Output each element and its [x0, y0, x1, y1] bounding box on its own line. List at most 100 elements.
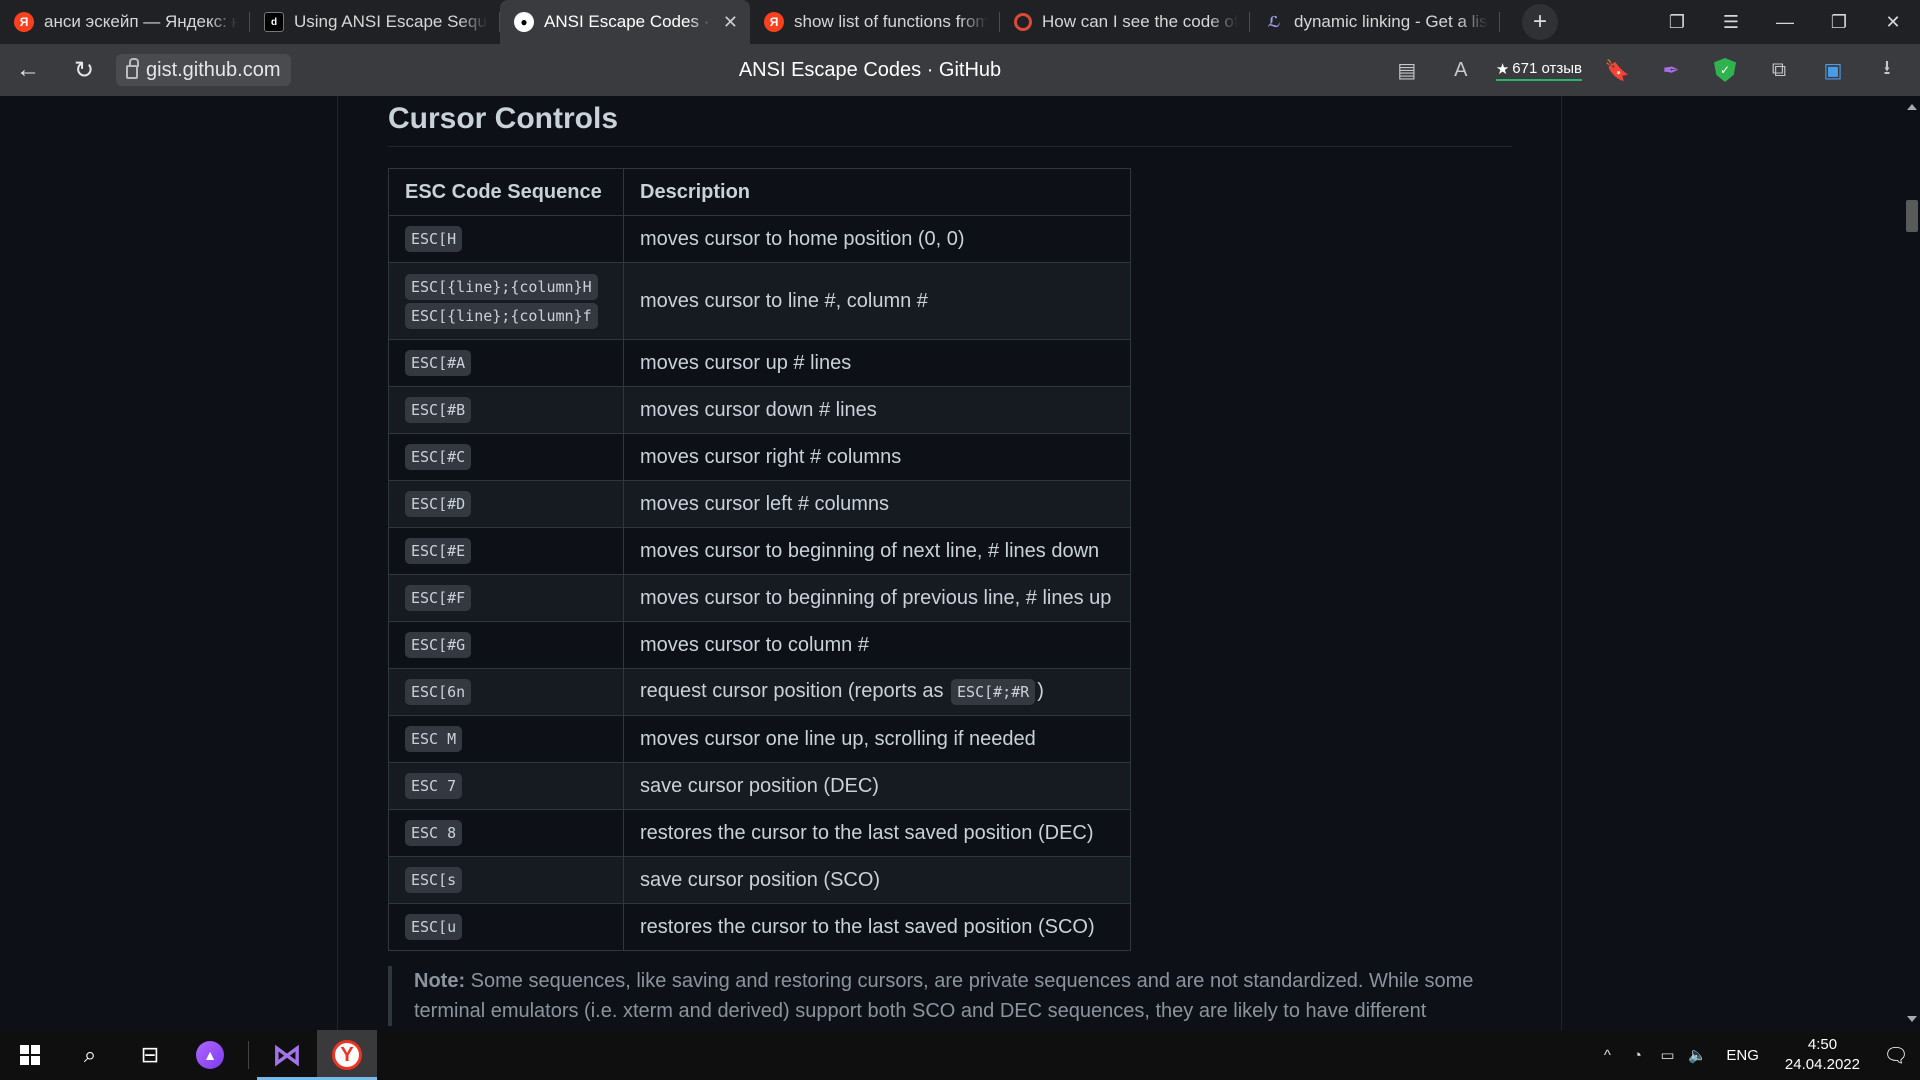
close-tab-icon[interactable]: ✕ [723, 12, 738, 33]
description-text: moves cursor one line up, scrolling if n… [640, 727, 1036, 750]
network-icon[interactable]: ◔ [1622, 1047, 1652, 1064]
code-cell: ESC[#G [388, 621, 624, 669]
description-text: restores the cursor to the last saved po… [640, 821, 1094, 844]
github-icon: ● [514, 12, 534, 32]
extensions-icon[interactable]: ⧉ [1752, 44, 1806, 96]
section-heading: Cursor Controls [388, 102, 619, 135]
url-field[interactable]: gist.github.com [116, 54, 291, 86]
browser-tab[interactable]: ● ANSI Escape Codes · GitH ✕ [500, 0, 750, 44]
notifications-icon[interactable]: 🗨 [1872, 1043, 1920, 1068]
escape-code: ESC[6n [405, 679, 472, 705]
dev-icon: d [264, 12, 284, 32]
description-cell: moves cursor one line up, scrolling if n… [623, 715, 1131, 763]
yandex-browser-icon[interactable]: Y [317, 1030, 377, 1080]
browser-tab[interactable]: Яshow list of functions from [750, 0, 1000, 44]
tab-title: ANSI Escape Codes · GitH [544, 12, 713, 31]
translate-icon[interactable]: A [1434, 44, 1488, 96]
browser-tab[interactable]: ℒdynamic linking - Get a list [1250, 0, 1500, 44]
table-body: ESC[H moves cursor to home position (0, 0… [388, 215, 1131, 951]
menu-icon[interactable]: ☰ [1704, 0, 1758, 44]
reader-mode-icon[interactable]: ▤ [1380, 44, 1434, 96]
protect-shield-icon[interactable]: ✓ [1698, 44, 1752, 96]
code-cell: ESC[#D [388, 480, 624, 528]
scroll-up-arrow-icon[interactable] [1907, 104, 1917, 110]
browser-tab[interactable]: How can I see the code of t [1000, 0, 1250, 44]
table-header-row: ESC Code Sequence Description [388, 168, 1131, 216]
rating-text: 671 отзыв [1512, 60, 1582, 77]
alice-assistant-icon[interactable]: ▲ [180, 1030, 240, 1080]
visual-studio-icon[interactable]: ⋈ [257, 1030, 317, 1080]
browser-tab[interactable]: Яанси эскейп — Яндекс: на [0, 0, 250, 44]
yandex-icon: Я [764, 12, 784, 32]
bookmark-icon[interactable]: 🔖 [1590, 44, 1644, 96]
task-view-icon[interactable]: ⊟ [120, 1030, 180, 1080]
close-window-button[interactable]: ✕ [1866, 0, 1920, 44]
page-scrollbar[interactable] [1904, 96, 1920, 1030]
code-cell: ESC[6n [388, 668, 624, 716]
table-row: ESC[#C moves cursor right # columns [388, 433, 1131, 481]
browser-tab-strip: Яанси эскейп — Яндекс: на d Using ANSI Esc… [0, 0, 1920, 44]
clock[interactable]: 4:50 24.04.2022 [1773, 1035, 1872, 1075]
lock-icon [126, 58, 139, 79]
code-cell: ESC[#F [388, 574, 624, 622]
description-cell: save cursor position (SCO) [623, 856, 1131, 904]
toolbar-right: ▤ A ★ 671 отзыв 🔖 ✒ ✓ ⧉ ▣ ⭳ [1380, 44, 1920, 96]
collections-icon[interactable]: ❐ [1650, 0, 1704, 44]
table-row: ESC[#B moves cursor down # lines [388, 386, 1131, 434]
description-cell: moves cursor to line #, column # [623, 262, 1131, 340]
note-blockquote: Note: Some sequences, like saving and re… [388, 966, 1512, 1026]
table-row: ESC[u restores the cursor to the last sav… [388, 903, 1131, 951]
back-button[interactable]: ← [0, 44, 56, 96]
code-cell: ESC[#C [388, 433, 624, 481]
description-text: moves cursor to line #, column # [640, 289, 928, 312]
new-tab-button[interactable]: + [1522, 4, 1558, 40]
clock-time: 4:50 [1807, 1036, 1838, 1053]
quora-icon [1014, 13, 1032, 31]
search-icon[interactable]: ⌕ [60, 1030, 120, 1080]
profile-extension-icon[interactable]: ▣ [1806, 44, 1860, 96]
description-text: moves cursor to home position (0, 0) [640, 227, 965, 250]
escape-code: ESC[u [405, 914, 463, 940]
rating-badge[interactable]: ★ 671 отзыв [1495, 60, 1582, 81]
code-cell: ESC M [388, 715, 624, 763]
description-text: moves cursor to beginning of previous li… [640, 586, 1112, 609]
windows-logo-icon [20, 1045, 40, 1065]
url-text: gist.github.com [146, 58, 281, 81]
heading-divider [388, 146, 1512, 147]
page-viewport: Cursor Controls ESC Code Sequence Descri… [0, 96, 1904, 1030]
taskbar-divider [248, 1041, 249, 1069]
escape-code: ESC[#D [405, 491, 472, 517]
start-button[interactable] [0, 1030, 60, 1080]
table-row: ESC[6n request cursor position (reports a… [388, 668, 1131, 716]
escape-code: ESC[#G [405, 632, 472, 658]
description-cell: restores the cursor to the last saved po… [623, 903, 1131, 951]
yandex-icon: Я [14, 12, 34, 32]
escape-code: ESC[#E [405, 538, 472, 564]
window-controls: ❐ ☰ — ❐ ✕ [1650, 0, 1920, 44]
downloads-icon[interactable]: ⭳ [1860, 44, 1914, 96]
battery-icon[interactable]: ▭ [1652, 1046, 1682, 1064]
code-cell: ESC[H [388, 215, 624, 263]
browser-tab[interactable]: d Using ANSI Escape Sequen [250, 0, 500, 44]
description-cell: moves cursor up # lines [623, 339, 1131, 387]
escape-code: ESC[#B [405, 397, 472, 423]
table-row: ESC[s save cursor position (SCO) [388, 856, 1131, 904]
table-row: ESC 7 save cursor position (DEC) [388, 762, 1131, 810]
escape-code: ESC M [405, 726, 463, 752]
chevron-up-icon[interactable]: ^ [1592, 1047, 1622, 1064]
description-text: moves cursor up # lines [640, 351, 852, 374]
description-text: request cursor position (reports as [640, 680, 950, 702]
description-cell: moves cursor to beginning of previous li… [623, 574, 1131, 622]
scroll-thumb[interactable] [1906, 200, 1918, 232]
feather-extension-icon[interactable]: ✒ [1644, 44, 1698, 96]
minimize-button[interactable]: — [1758, 0, 1812, 44]
volume-icon[interactable]: 🔈 [1682, 1046, 1712, 1064]
scroll-down-arrow-icon[interactable] [1907, 1016, 1917, 1022]
reload-button[interactable]: ↻ [56, 44, 112, 96]
code-cell: ESC[{line};{column}H ESC[{line};{column}f [388, 262, 624, 340]
description-cell: moves cursor to home position (0, 0) [623, 215, 1131, 263]
restore-button[interactable]: ❐ [1812, 0, 1866, 44]
language-indicator[interactable]: ENG [1712, 1047, 1773, 1064]
code-cell: ESC[#B [388, 386, 624, 434]
cursor-controls-table: ESC Code Sequence Description ESC[H moves… [388, 168, 1131, 951]
